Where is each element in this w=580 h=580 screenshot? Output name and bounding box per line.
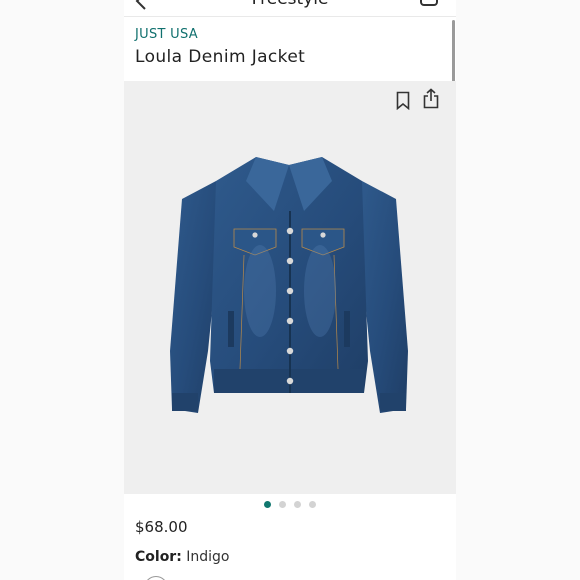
pagination-dot[interactable] xyxy=(309,501,316,508)
product-title: Loula Denim Jacket xyxy=(135,47,306,67)
color-row: Color: Indigo xyxy=(135,549,230,565)
pagination-dot[interactable] xyxy=(294,501,301,508)
share-icon[interactable] xyxy=(423,88,439,109)
color-value: Indigo xyxy=(186,549,230,565)
top-nav-bar: Freestyle xyxy=(124,0,456,17)
nav-title: Freestyle xyxy=(124,0,456,9)
color-swatch[interactable] xyxy=(144,576,168,580)
bag-icon[interactable] xyxy=(420,0,438,6)
product-image-gallery[interactable] xyxy=(124,81,456,494)
bookmark-icon[interactable] xyxy=(396,91,410,110)
right-margin xyxy=(456,0,580,580)
app-screen: Freestyle JUST USA Loula Denim Jacket xyxy=(124,0,456,580)
gallery-pagination xyxy=(124,501,456,508)
color-label: Color: xyxy=(135,549,182,565)
brand-name[interactable]: JUST USA xyxy=(135,27,198,42)
pagination-dot[interactable] xyxy=(279,501,286,508)
pagination-dot[interactable] xyxy=(264,501,271,508)
left-margin xyxy=(0,0,124,580)
denim-jacket-image xyxy=(170,157,408,413)
product-price: $68.00 xyxy=(135,518,188,536)
